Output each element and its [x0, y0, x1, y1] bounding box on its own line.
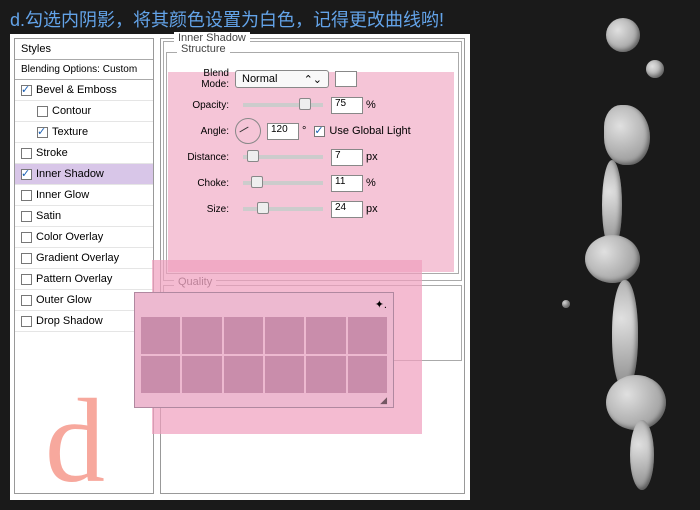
blend-mode-select[interactable]: Normal ⌃⌄ [235, 70, 329, 88]
style-label: Gradient Overlay [36, 252, 119, 264]
style-item-drop-shadow[interactable]: Drop Shadow [15, 311, 153, 332]
distance-label: Distance: [173, 152, 235, 163]
distance-input[interactable]: 7 [331, 149, 363, 166]
style-label: Drop Shadow [36, 315, 103, 327]
style-label: Inner Glow [36, 189, 89, 201]
style-item-gradient-overlay[interactable]: Gradient Overlay [15, 248, 153, 269]
blending-options-item[interactable]: Blending Options: Custom [15, 60, 153, 80]
px-unit: px [366, 151, 378, 163]
deg-unit: ° [302, 125, 306, 137]
contour-preset[interactable] [306, 356, 345, 393]
style-item-satin[interactable]: Satin [15, 206, 153, 227]
liquid-preview [520, 0, 700, 507]
style-label: Color Overlay [36, 231, 103, 243]
size-input[interactable]: 24 [331, 201, 363, 218]
style-checkbox[interactable] [21, 148, 32, 159]
global-light-label: Use Global Light [329, 125, 410, 137]
contour-picker-popup[interactable]: ✦. ◢ [134, 292, 394, 408]
pct-unit: % [366, 99, 376, 111]
style-item-inner-glow[interactable]: Inner Glow [15, 185, 153, 206]
contour-preset[interactable] [224, 356, 263, 393]
shadow-color-swatch[interactable] [335, 71, 357, 87]
contour-preset[interactable] [182, 356, 221, 393]
blend-mode-label: Blend Mode: [173, 68, 235, 90]
style-item-outer-glow[interactable]: Outer Glow [15, 290, 153, 311]
style-checkbox[interactable] [37, 127, 48, 138]
chevron-down-icon: ⌃⌄ [304, 73, 322, 86]
contour-preset[interactable] [265, 356, 304, 393]
style-checkbox[interactable] [21, 295, 32, 306]
style-checkbox[interactable] [21, 211, 32, 222]
blend-mode-value: Normal [242, 73, 277, 85]
resize-grip-icon[interactable]: ◢ [135, 395, 393, 406]
style-item-texture[interactable]: Texture [15, 122, 153, 143]
choke-label: Choke: [173, 178, 235, 189]
contour-preset[interactable] [265, 317, 304, 354]
style-item-pattern-overlay[interactable]: Pattern Overlay [15, 269, 153, 290]
style-label: Inner Shadow [36, 168, 104, 180]
style-item-stroke[interactable]: Stroke [15, 143, 153, 164]
style-label: Outer Glow [36, 294, 92, 306]
style-checkbox[interactable] [21, 316, 32, 327]
style-checkbox[interactable] [21, 190, 32, 201]
style-label: Stroke [36, 147, 68, 159]
style-label: Satin [36, 210, 61, 222]
angle-input[interactable]: 120 [267, 123, 299, 140]
watermark-letter: d [45, 372, 105, 510]
style-checkbox[interactable] [37, 106, 48, 117]
style-item-inner-shadow[interactable]: Inner Shadow [15, 164, 153, 185]
opacity-label: Opacity: [173, 100, 235, 111]
gear-icon[interactable]: ✦. [375, 298, 387, 311]
styles-header: Styles [15, 39, 153, 60]
angle-dial[interactable] [235, 118, 261, 144]
angle-label: Angle: [173, 126, 235, 137]
style-label: Contour [52, 105, 91, 117]
choke-slider[interactable] [243, 181, 323, 185]
style-checkbox[interactable] [21, 232, 32, 243]
size-label: Size: [173, 204, 235, 215]
px-unit: px [366, 203, 378, 215]
contour-preset[interactable] [182, 317, 221, 354]
contour-preset[interactable] [306, 317, 345, 354]
style-label: Texture [52, 126, 88, 138]
style-label: Pattern Overlay [36, 273, 112, 285]
style-item-contour[interactable]: Contour [15, 101, 153, 122]
distance-slider[interactable] [243, 155, 323, 159]
opacity-input[interactable]: 75 [331, 97, 363, 114]
choke-input[interactable]: 11 [331, 175, 363, 192]
contour-preset[interactable] [141, 317, 180, 354]
structure-title: Structure [177, 43, 230, 55]
style-checkbox[interactable] [21, 85, 32, 96]
contour-preset[interactable] [224, 317, 263, 354]
size-slider[interactable] [243, 207, 323, 211]
contour-preset[interactable] [348, 356, 387, 393]
style-item-bevel-emboss[interactable]: Bevel & Emboss [15, 80, 153, 101]
contour-preset[interactable] [348, 317, 387, 354]
style-label: Bevel & Emboss [36, 84, 117, 96]
style-checkbox[interactable] [21, 169, 32, 180]
pct-unit: % [366, 177, 376, 189]
style-checkbox[interactable] [21, 274, 32, 285]
style-item-color-overlay[interactable]: Color Overlay [15, 227, 153, 248]
style-checkbox[interactable] [21, 253, 32, 264]
contour-preset[interactable] [141, 356, 180, 393]
global-light-checkbox[interactable] [314, 126, 325, 137]
opacity-slider[interactable] [243, 103, 323, 107]
